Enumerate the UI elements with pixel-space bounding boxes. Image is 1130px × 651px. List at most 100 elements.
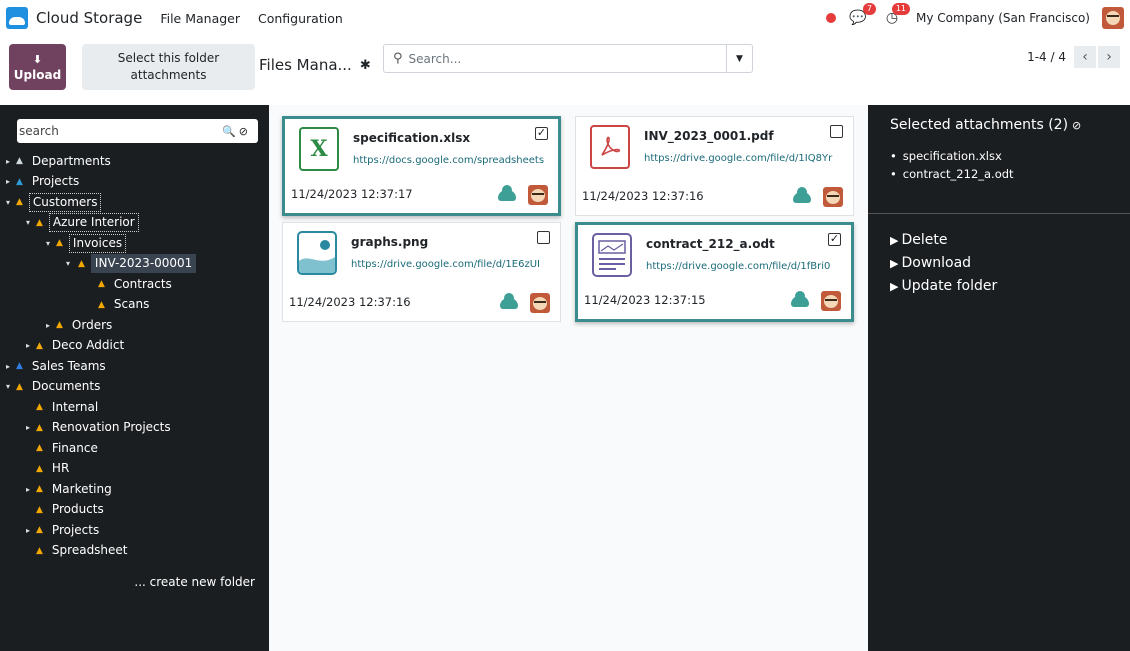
- folder-node[interactable]: ▲ HR: [0, 459, 269, 480]
- cloud-icon: [500, 293, 518, 309]
- download-action[interactable]: ▶ Download: [890, 252, 997, 275]
- folder-label: Products: [51, 502, 104, 517]
- folder-search-input[interactable]: [19, 124, 219, 138]
- company-switcher[interactable]: My Company (San Francisco): [916, 11, 1090, 25]
- caret-down-icon[interactable]: ▾: [23, 218, 33, 227]
- folder-node[interactable]: ▸ ▲ Deco Addict: [0, 336, 269, 357]
- gear-icon[interactable]: ✱: [360, 58, 371, 73]
- cloud-app-icon[interactable]: [6, 7, 28, 29]
- folder-icon: ▲: [98, 279, 105, 290]
- search-options-toggle[interactable]: ▼: [726, 45, 752, 72]
- folder-node[interactable]: ▸ ▲ Renovation Projects: [0, 418, 269, 439]
- caret-down-icon[interactable]: ▾: [63, 259, 73, 268]
- attachment-url[interactable]: https://drive.google.com/file/d/1fBri0: [646, 261, 848, 272]
- caret-right-icon[interactable]: ▸: [3, 362, 13, 371]
- attachment-date: 11/24/2023 12:37:16: [582, 189, 704, 203]
- selected-item: contract_212_a.odt: [890, 165, 1014, 183]
- selected-item: specification.xlsx: [890, 147, 1014, 165]
- attachment-name: specification.xlsx: [353, 131, 471, 145]
- messages-icon[interactable]: 💬 7: [848, 3, 877, 28]
- folder-node[interactable]: ▸ ▲ Projects: [0, 520, 269, 541]
- upload-button[interactable]: ⬇ Upload: [9, 44, 66, 90]
- pager-previous-button[interactable]: ‹: [1074, 46, 1096, 68]
- upload-label: Upload: [13, 67, 62, 82]
- folder-icon: ▲: [56, 238, 63, 249]
- download-action-label: Download: [901, 255, 972, 271]
- folder-node[interactable]: ▸ ▲ Orders: [0, 315, 269, 336]
- menu-configuration[interactable]: Configuration: [258, 11, 343, 26]
- pager-next-button[interactable]: ›: [1098, 46, 1120, 68]
- folder-icon: ▲: [36, 422, 43, 433]
- caret-right-icon[interactable]: ▸: [23, 423, 33, 432]
- folder-icon: ▲: [16, 156, 23, 167]
- folder-node[interactable]: ▾ ▲ Documents: [0, 377, 269, 398]
- search-bar: ⚲ ▼: [383, 44, 753, 73]
- activities-badge: 11: [891, 3, 911, 15]
- folder-node[interactable]: ▲ Finance: [0, 438, 269, 459]
- attachment-card[interactable]: contract_212_a.odt https://drive.google.…: [575, 222, 854, 322]
- caret-right-icon[interactable]: ▸: [23, 341, 33, 350]
- caret-right-icon[interactable]: ▸: [23, 485, 33, 494]
- attachment-checkbox[interactable]: ✓: [535, 127, 548, 140]
- owner-avatar: [528, 185, 548, 205]
- attachment-checkbox[interactable]: ✓: [828, 233, 841, 246]
- menu-file-manager[interactable]: File Manager: [160, 11, 240, 26]
- pdf-icon: [590, 125, 630, 169]
- folder-node[interactable]: ▾ ▲ INV-2023-00001: [0, 254, 269, 275]
- selected-attachments-list: specification.xlsx contract_212_a.odt: [890, 147, 1014, 183]
- caret-right-icon[interactable]: ▸: [3, 177, 13, 186]
- create-new-folder-link[interactable]: ... create new folder: [134, 575, 255, 589]
- folder-node[interactable]: ▾ ▲ Invoices: [0, 233, 269, 254]
- attachment-url[interactable]: https://docs.google.com/spreadsheets: [353, 155, 555, 166]
- folder-label: Projects: [51, 522, 100, 537]
- app-name[interactable]: Cloud Storage: [36, 9, 142, 27]
- caret-right-icon[interactable]: ▸: [43, 321, 53, 330]
- caret-down-icon[interactable]: ▾: [3, 382, 13, 391]
- caret-down-icon[interactable]: ▾: [43, 239, 53, 248]
- attachment-url[interactable]: https://drive.google.com/file/d/1IQ8Yr: [644, 153, 846, 164]
- folder-node[interactable]: ▸ ▲ Sales Teams: [0, 356, 269, 377]
- search-icon[interactable]: 🔍: [222, 125, 236, 138]
- attachment-checkbox[interactable]: [830, 125, 843, 138]
- folder-label: Documents: [31, 379, 101, 394]
- folder-node[interactable]: ▲ Internal: [0, 397, 269, 418]
- update-folder-action[interactable]: ▶ Update folder: [890, 275, 997, 298]
- attachment-card[interactable]: INV_2023_0001.pdf https://drive.google.c…: [575, 116, 854, 216]
- folder-label: Azure Interior: [48, 213, 139, 233]
- caret-down-icon[interactable]: ▾: [3, 198, 13, 207]
- attachment-card[interactable]: graphs.png https://drive.google.com/file…: [282, 222, 561, 322]
- pager-value[interactable]: 1-4 / 4: [1027, 50, 1066, 64]
- divider: [868, 213, 1130, 214]
- select-folder-attachments-button[interactable]: Select this folder attachments: [82, 44, 255, 90]
- folder-label: INV-2023-00001: [90, 254, 197, 274]
- caret-right-icon[interactable]: ▸: [3, 157, 13, 166]
- status-dot-icon[interactable]: [826, 13, 837, 23]
- folder-node[interactable]: ▸ ▲ Marketing: [0, 479, 269, 500]
- cloud-icon: [791, 291, 809, 307]
- cloud-icon: [793, 187, 811, 203]
- folder-node[interactable]: ▾ ▲ Azure Interior: [0, 213, 269, 234]
- search-input[interactable]: [408, 51, 719, 66]
- user-avatar[interactable]: [1102, 7, 1124, 29]
- activity-clock-icon[interactable]: ◷ 11: [882, 3, 911, 28]
- folder-label: Deco Addict: [51, 338, 125, 353]
- folder-node[interactable]: ▲ Products: [0, 500, 269, 521]
- folder-node[interactable]: ▲ Spreadsheet: [0, 541, 269, 562]
- clear-search-icon[interactable]: ⊘: [239, 125, 248, 138]
- delete-action[interactable]: ▶ Delete: [890, 229, 997, 252]
- folder-node[interactable]: ▲ Contracts: [0, 274, 269, 295]
- clear-selection-icon[interactable]: ⊘: [1072, 119, 1081, 132]
- document-icon: [592, 233, 632, 277]
- folder-node[interactable]: ▾ ▲ Customers: [0, 192, 269, 213]
- attachment-checkbox[interactable]: [537, 231, 550, 244]
- folder-icon: ▲: [16, 176, 23, 187]
- selected-attachments-panel: Selected attachments (2)⊘ specification.…: [868, 105, 1130, 651]
- pager: 1-4 / 4 ‹ ›: [1027, 46, 1120, 68]
- attachment-url[interactable]: https://drive.google.com/file/d/1E6zUI: [351, 259, 553, 270]
- caret-right-icon[interactable]: ▸: [23, 526, 33, 535]
- play-triangle-icon: ▶: [890, 257, 899, 270]
- folder-node[interactable]: ▸ ▲ Departments: [0, 151, 269, 172]
- folder-node[interactable]: ▲ Scans: [0, 295, 269, 316]
- folder-node[interactable]: ▸ ▲ Projects: [0, 172, 269, 193]
- attachment-card[interactable]: X specification.xlsx https://docs.google…: [282, 116, 561, 216]
